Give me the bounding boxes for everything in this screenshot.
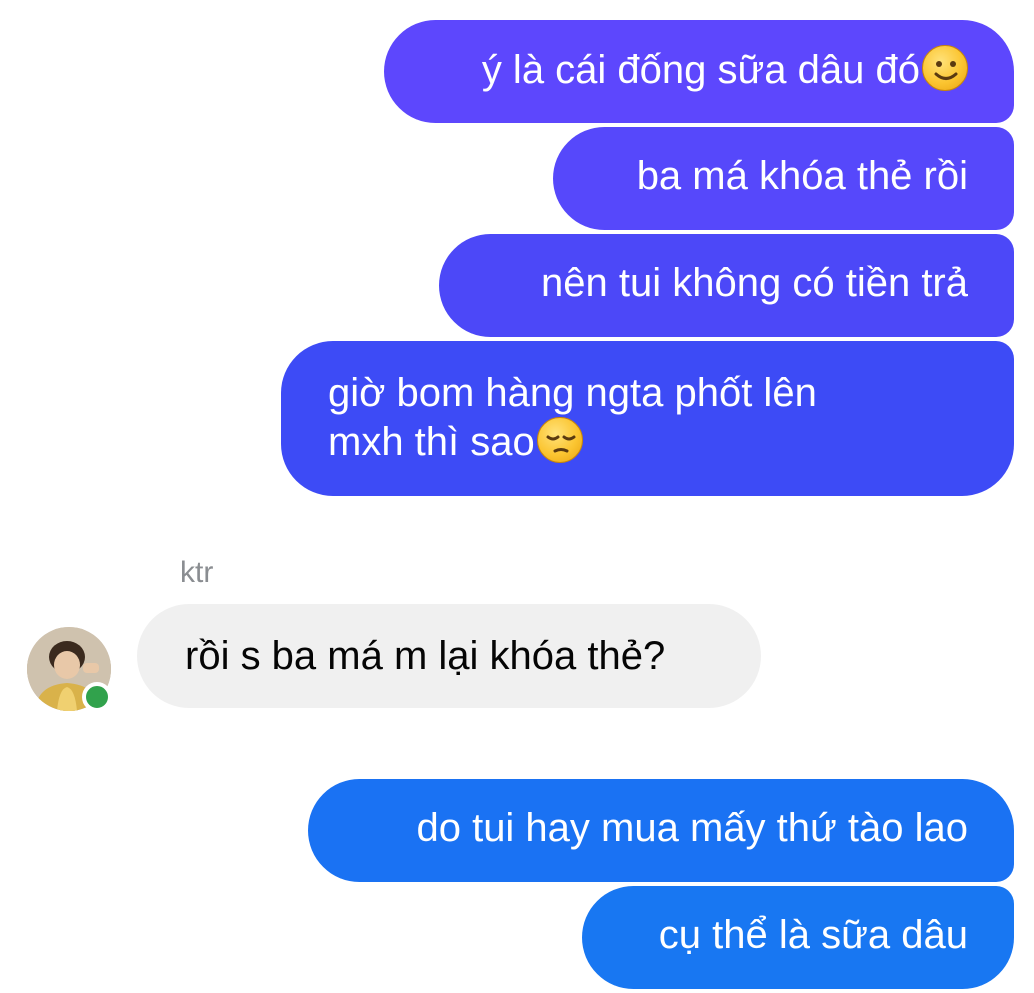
message-text: nên tui không có tiền trả bbox=[541, 261, 968, 305]
outgoing-message[interactable]: nên tui không có tiền trả bbox=[439, 234, 1014, 337]
pensive-face-icon bbox=[536, 417, 583, 463]
outgoing-message[interactable]: do tui hay mua mấy thứ tào lao bbox=[308, 779, 1014, 882]
message-text-line: giờ bom hàng ngta phốt lên bbox=[328, 371, 817, 415]
message-text: rồi s ba má m lại khóa thẻ? bbox=[185, 634, 666, 678]
outgoing-message[interactable]: giờ bom hàng ngta phốt lên mxh thì sao bbox=[281, 341, 1014, 496]
message-text: ba má khóa thẻ rồi bbox=[636, 154, 968, 198]
slightly-smiling-face-icon bbox=[922, 45, 968, 91]
sender-name: ktr bbox=[180, 556, 214, 589]
message-text: do tui hay mua mấy thứ tào lao bbox=[416, 806, 968, 850]
message-text: ý là cái đống sữa dâu đó bbox=[481, 48, 920, 92]
online-status-indicator bbox=[82, 682, 112, 712]
incoming-message[interactable]: rồi s ba má m lại khóa thẻ? bbox=[137, 604, 761, 708]
outgoing-message[interactable]: ý là cái đống sữa dâu đó bbox=[384, 20, 1014, 123]
outgoing-message[interactable]: cụ thể là sữa dâu bbox=[582, 886, 1014, 989]
message-text: cụ thể là sữa dâu bbox=[658, 913, 968, 957]
message-text-line: mxh thì sao bbox=[328, 420, 535, 464]
outgoing-message[interactable]: ba má khóa thẻ rồi bbox=[553, 127, 1014, 230]
